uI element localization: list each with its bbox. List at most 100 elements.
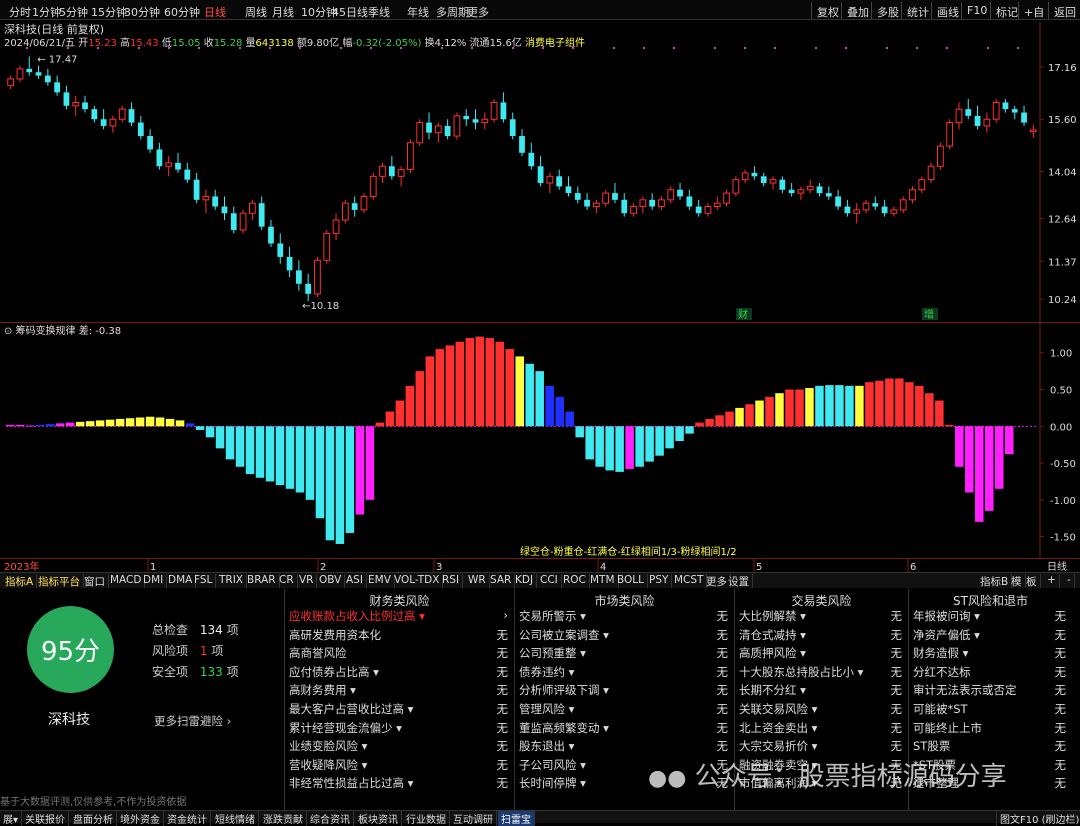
toolbar-button[interactable]: F10 <box>961 2 992 19</box>
risk-row[interactable]: 公司被立案调查 ▾ 无 <box>515 627 734 646</box>
toolbar-button[interactable]: 叠加 <box>841 2 874 19</box>
toolbar-button[interactable]: 统计 <box>901 2 934 19</box>
risk-row[interactable]: 高质押风险 ▾ 无 <box>735 645 908 664</box>
period-tab[interactable]: 年线 <box>407 4 429 20</box>
risk-row[interactable]: 应付债券占比高 ▾ 无 <box>285 664 514 683</box>
indicator-tab[interactable]: OBV <box>316 574 346 588</box>
period-tab[interactable]: 60分钟 <box>164 4 200 20</box>
indicator-tab[interactable]: BOLL <box>614 574 648 588</box>
bottom-tab[interactable]: 互动调研 <box>450 811 497 826</box>
indicator-tab[interactable]: RSI <box>439 574 464 588</box>
risk-row[interactable]: 北上资金卖出 ▾ 无 <box>735 720 908 739</box>
period-tab[interactable]: 5分钟 <box>59 4 88 20</box>
indicator-tab[interactable]: VOL-TDX <box>391 574 444 588</box>
indicator-tab[interactable]: BRAR <box>244 574 280 588</box>
risk-label: 关联交易风险 ▾ <box>739 701 818 716</box>
bottom-tab[interactable]: 展▾ <box>0 811 23 826</box>
period-tab[interactable]: 月线 <box>272 4 294 20</box>
bottom-tab[interactable]: 行业数据 <box>403 811 450 826</box>
risk-row[interactable]: 营收疑降风险 ▾ 无 <box>285 757 514 776</box>
risk-row[interactable]: 财务造假 ▾ 无 <box>909 645 1072 664</box>
toolbar-button[interactable]: 返回 <box>1048 2 1080 19</box>
indicator-tab[interactable]: 窗口 <box>81 574 109 588</box>
risk-row[interactable]: 长期不分红 ▾ 无 <box>735 682 908 701</box>
bottom-tab[interactable]: 短线情绪 <box>212 811 259 826</box>
risk-row[interactable]: ST股票 无 <box>909 738 1072 757</box>
bottom-tab[interactable]: 资金统计 <box>164 811 211 826</box>
toolbar-button[interactable]: 多股 <box>871 2 904 19</box>
risk-row[interactable]: 非经常性损益占比过高 ▾ 无 <box>285 775 514 794</box>
indicator-tab-right[interactable]: + <box>1044 574 1060 588</box>
more-scan-link[interactable]: 更多扫雷避险 › <box>154 713 231 729</box>
risk-row[interactable]: 累计经营现金流偏少 ▾ 无 <box>285 720 514 739</box>
indicator-tab[interactable]: VR <box>296 574 318 588</box>
indicator-tab[interactable]: FSL <box>191 574 217 588</box>
indicator-tab-right[interactable]: 板 <box>1023 574 1041 588</box>
indicator-tab[interactable]: 设置 <box>725 574 753 588</box>
bottom-tab[interactable]: 板块资讯 <box>355 811 402 826</box>
indicator-tab[interactable]: ASI <box>343 574 367 588</box>
period-tab[interactable]: 分时 <box>9 4 31 20</box>
candle <box>397 166 405 187</box>
period-tab[interactable]: 日线 <box>204 4 226 20</box>
watermark: ●● 公众号：股票指标源码分享 <box>648 762 1007 792</box>
risk-row[interactable]: 关联交易风险 ▾ 无 <box>735 701 908 720</box>
bottom-tab[interactable]: 扫雷宝 <box>498 811 535 826</box>
period-tab[interactable]: 周线 <box>245 4 267 20</box>
risk-row[interactable]: 公司预重整 ▾ 无 <box>515 645 734 664</box>
toolbar-button[interactable]: +自 <box>1018 2 1049 19</box>
risk-row[interactable]: 高研发费用资本化 无 <box>285 627 514 646</box>
period-tab[interactable]: 季线 <box>368 4 390 20</box>
period-tab[interactable]: 多周期 <box>436 4 469 20</box>
toolbar-button[interactable]: 画线 <box>931 2 964 19</box>
bottom-tab[interactable]: 境外资金 <box>117 811 164 826</box>
indicator-tab[interactable]: TRIX <box>216 574 247 588</box>
risk-row[interactable]: 最大客户占营收比过高 ▾ 无 <box>285 701 514 720</box>
indicator-tab[interactable]: 指标A <box>2 574 38 588</box>
risk-row[interactable]: 十大股东总持股占比小 ▾ 无 <box>735 664 908 683</box>
risk-row[interactable]: 可能终止上市 无 <box>909 720 1072 739</box>
f10-sidebar-button[interactable]: 图文F10 (刷边栏)» <box>996 811 1080 826</box>
period-tab[interactable]: 更多 <box>467 4 489 20</box>
risk-row[interactable]: 交易所警示 ▾ 无 <box>515 608 734 627</box>
risk-row[interactable]: 年报被问询 ▾ 无 <box>909 608 1072 627</box>
risk-row[interactable]: 应收账款占收入比例过高 ▾ › <box>285 608 514 627</box>
indicator-tab[interactable]: KDJ <box>512 574 538 588</box>
risk-row[interactable]: 分析师评级下调 ▾ 无 <box>515 682 734 701</box>
risk-row[interactable]: 审计无法表示或否定 无 <box>909 682 1072 701</box>
risk-row[interactable]: 可能被*ST 无 <box>909 701 1072 720</box>
risk-row[interactable]: 债券违约 ▾ 无 <box>515 664 734 683</box>
period-tab[interactable]: 30分钟 <box>124 4 160 20</box>
indicator-tab[interactable]: PSY <box>646 574 673 588</box>
indicator-tab[interactable]: MCST <box>671 574 708 588</box>
bottom-tab[interactable]: 综合资讯 <box>307 811 354 826</box>
indicator-tab-right[interactable]: 指标B <box>977 574 1013 588</box>
bottom-tab[interactable]: 涨跌贡献 <box>260 811 307 826</box>
bottom-tab[interactable]: 关联报价 <box>22 811 69 826</box>
candlestick-chart[interactable]: 17.16 15.60 14.04 12.64 11.37 10.24 ← 17.47 ←10… <box>0 22 1080 322</box>
risk-row[interactable]: 净资产偏低 ▾ 无 <box>909 627 1072 646</box>
risk-row[interactable]: 高商誉风险 无 <box>285 645 514 664</box>
indicator-tab[interactable]: CCI <box>537 574 562 588</box>
indicator-tab[interactable]: WR <box>465 574 490 588</box>
risk-row[interactable]: 股东退出 ▾ 无 <box>515 738 734 757</box>
period-tab[interactable]: 15分钟 <box>91 4 127 20</box>
indicator-tab[interactable]: ROC <box>560 574 590 588</box>
risk-row[interactable]: 清仓式减持 ▾ 无 <box>735 627 908 646</box>
indicator-tab-right[interactable]: - <box>1064 574 1075 588</box>
bottom-tab[interactable]: 盘面分析 <box>70 811 117 826</box>
period-tab[interactable]: 45日线 <box>332 4 368 20</box>
risk-row[interactable]: 分红不达标 无 <box>909 664 1072 683</box>
risk-row[interactable]: 大宗交易折价 ▾ 无 <box>735 738 908 757</box>
indicator-tab[interactable]: DMI <box>140 574 168 588</box>
risk-row[interactable]: 董监高频繁变动 ▾ 无 <box>515 720 734 739</box>
risk-row[interactable]: 高财务费用 ▾ 无 <box>285 682 514 701</box>
risk-row[interactable]: 管理风险 ▾ 无 <box>515 701 734 720</box>
risk-row[interactable]: 大比例解禁 ▾ 无 <box>735 608 908 627</box>
indicator-tab[interactable]: 指标平台 <box>35 574 84 588</box>
indicator-tab[interactable]: CR <box>276 574 298 588</box>
risk-row[interactable]: 业绩变脸风险 ▾ 无 <box>285 738 514 757</box>
period-tab[interactable]: 1分钟 <box>32 4 61 20</box>
toolbar-button[interactable]: 复权 <box>811 2 844 19</box>
indicator-chart[interactable]: ⊙ 筹码变换规律 差: -0.38 1.00 0.50 0.00 -0.50 -1.00 -… <box>0 322 1080 558</box>
